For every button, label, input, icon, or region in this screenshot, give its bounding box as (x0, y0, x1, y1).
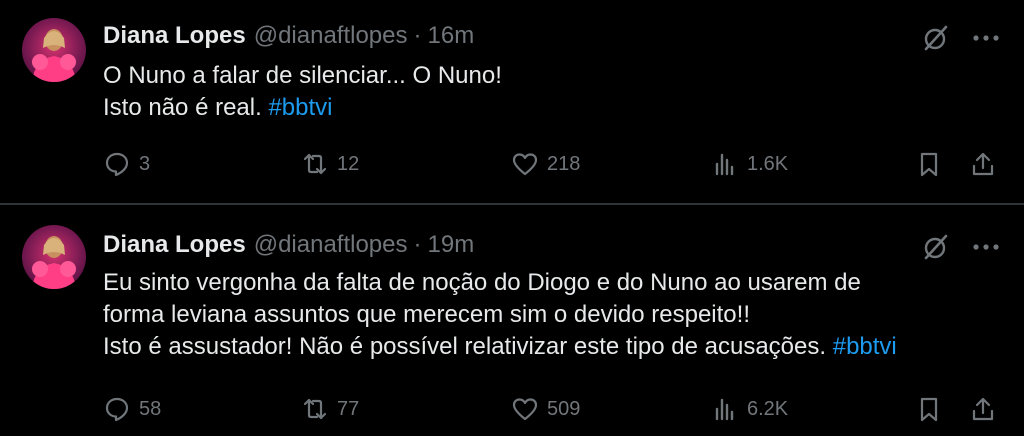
tweet-line-text: Isto é assustador! Não é possível relati… (103, 333, 833, 360)
author-handle[interactable]: @dianaftlopes (254, 22, 408, 50)
tweet-line: Isto é assustador! Não é possível relati… (103, 331, 1003, 363)
tweet-text: O Nuno a falar de silenciar... O Nuno! I… (103, 60, 1003, 124)
tweet[interactable]: Diana Lopes @dianaftlopes · 19m Eu sinto… (0, 205, 1024, 436)
tweet-top-actions (920, 22, 1002, 54)
avatar[interactable] (22, 18, 86, 82)
author-name[interactable]: Diana Lopes (103, 231, 246, 259)
grok-icon[interactable] (920, 22, 952, 54)
views-count: 6.2K (747, 397, 789, 420)
avatar[interactable] (22, 225, 86, 289)
repost-icon (303, 153, 327, 175)
separator: · (413, 231, 422, 258)
reply-button[interactable]: 3 (103, 148, 150, 180)
hashtag-link[interactable]: #bbtvi (268, 94, 332, 121)
reply-icon (105, 152, 129, 177)
repost-icon (303, 398, 327, 420)
like-icon (512, 153, 538, 176)
share-button[interactable] (969, 148, 997, 180)
author-name[interactable]: Diana Lopes (103, 22, 246, 50)
tweet-line-text: forma leviana assuntos que merecem sim o… (103, 301, 750, 328)
tweet-line: forma leviana assuntos que merecem sim o… (103, 299, 1003, 331)
repost-button[interactable]: 12 (301, 148, 359, 180)
tweet[interactable]: Diana Lopes @dianaftlopes · 16m O Nuno a… (0, 0, 1024, 203)
repost-count: 77 (337, 397, 360, 420)
tweet-line-text: Isto não é real. (103, 94, 269, 121)
views-button[interactable]: 6.2K (711, 393, 788, 425)
more-icon[interactable] (970, 22, 1002, 54)
repost-count: 12 (337, 152, 360, 175)
tweet-top-actions (920, 231, 1002, 263)
author-handle[interactable]: @dianaftlopes (254, 231, 408, 259)
views-count: 1.6K (747, 152, 789, 175)
like-count: 218 (547, 152, 581, 175)
like-icon (512, 398, 538, 421)
share-icon (972, 397, 994, 421)
tweet-actions: 58 77 509 6.2K (103, 393, 1003, 425)
tweet-header: Diana Lopes @dianaftlopes · 19m (103, 231, 474, 259)
tweet-line-text: O Nuno a falar de silenciar... O Nuno! (103, 62, 502, 89)
share-button[interactable] (969, 393, 997, 425)
repost-button[interactable]: 77 (301, 393, 359, 425)
reply-button[interactable]: 58 (103, 393, 161, 425)
reply-icon (105, 397, 129, 422)
bookmark-icon (920, 152, 938, 177)
tweet-line: Isto não é real. #bbtvi (103, 92, 1003, 124)
tweet-line: Eu sinto vergonha da falta de noção do D… (103, 267, 1003, 299)
timestamp[interactable]: 19m (428, 231, 475, 259)
views-button[interactable]: 1.6K (711, 148, 788, 180)
views-icon (715, 153, 734, 176)
tweet-header: Diana Lopes @dianaftlopes · 16m (103, 22, 474, 50)
tweet-feed: Diana Lopes @dianaftlopes · 16m O Nuno a… (0, 0, 1024, 436)
timestamp[interactable]: 16m (428, 22, 475, 50)
reply-count: 58 (139, 397, 162, 420)
tweet-actions: 3 12 218 1.6K (103, 148, 1003, 180)
views-icon (715, 398, 734, 421)
grok-icon[interactable] (920, 231, 952, 263)
tweet-line-text: Eu sinto vergonha da falta de noção do D… (103, 269, 861, 296)
tweet-line: O Nuno a falar de silenciar... O Nuno! (103, 60, 1003, 92)
share-icon (972, 152, 994, 176)
more-icon[interactable] (970, 231, 1002, 263)
like-button[interactable]: 218 (511, 148, 580, 180)
bookmark-icon (920, 397, 938, 422)
separator: · (413, 22, 422, 49)
like-count: 509 (547, 397, 581, 420)
like-button[interactable]: 509 (511, 393, 580, 425)
bookmark-button[interactable] (915, 148, 943, 180)
tweet-text: Eu sinto vergonha da falta de noção do D… (103, 267, 1003, 363)
reply-count: 3 (139, 152, 151, 175)
hashtag-link[interactable]: #bbtvi (833, 333, 897, 360)
bookmark-button[interactable] (915, 393, 943, 425)
